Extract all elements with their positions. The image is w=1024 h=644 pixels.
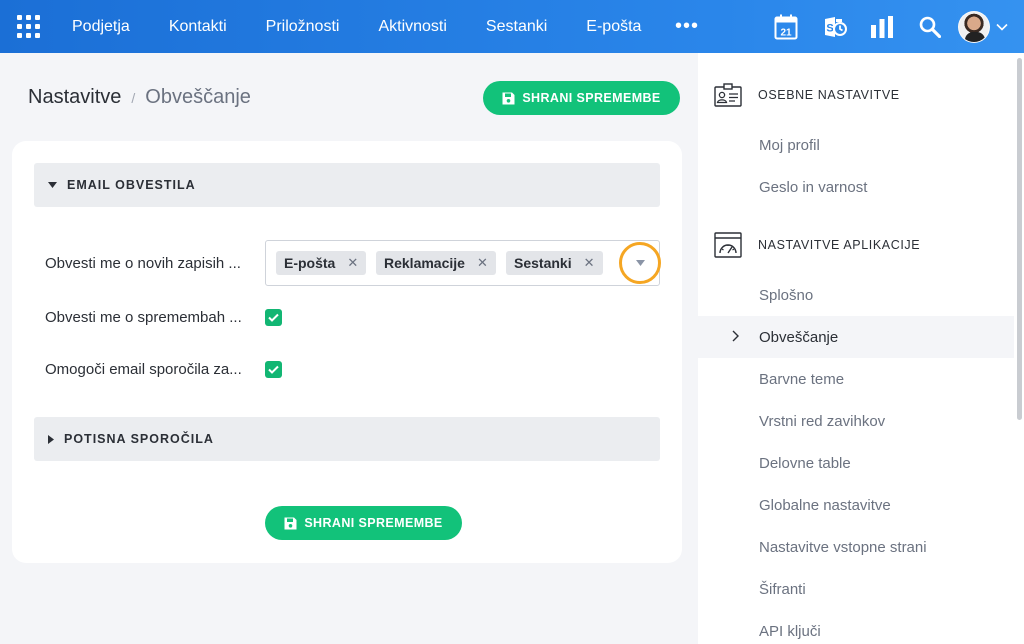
row-label-new-records: Obvesti me o novih zapisih ... [45,255,241,272]
breadcrumb-root[interactable]: Nastavitve [28,86,121,109]
caret-right-icon [48,434,54,444]
nav-item-podjetja[interactable]: Podjetja [56,0,149,53]
main-nav: Podjetja Kontakti Priložnosti Aktivnosti… [56,0,713,53]
sidebar-item-vrstni-red-zavihkov[interactable]: Vrstni red zavihkov [698,400,1014,442]
remove-tag-icon[interactable]: ✕ [347,255,358,271]
top-navigation-bar: Podjetja Kontakti Priložnosti Aktivnosti… [0,0,1024,53]
sidebar-group-personal: OSEBNE NASTAVITVE [698,77,1014,113]
tag-label: Reklamacije [384,255,465,271]
top-icons: 21 S [762,0,1024,53]
checkmark-icon [268,313,279,322]
sidebar-scrollbar[interactable] [1017,58,1022,420]
calendar-button[interactable]: 21 [762,0,810,53]
breadcrumb-separator: / [131,90,136,106]
save-button-label: SHRANI SPREMEMBE [522,91,661,105]
avatar [958,10,990,43]
floppy-disk-icon [284,517,297,529]
search-button[interactable] [906,0,954,53]
row-label-changes: Obvesti me o spremembah ... [45,309,242,326]
sidebar-item-moj-profil[interactable]: Moj profil [698,124,1014,166]
sidebar-item-label: Obveščanje [759,328,839,346]
sidebar-item-globalne-nastavitve[interactable]: Globalne nastavitve [698,484,1014,526]
sidebar-group-title: NASTAVITVE APLIKACIJE [758,238,921,252]
nav-item-aktivnosti[interactable]: Aktivnosti [359,0,466,53]
id-card-icon [698,83,758,107]
save-changes-button-bottom[interactable]: SHRANI SPREMEMBE [265,506,462,540]
nav-item-sestanki[interactable]: Sestanki [466,0,566,53]
save-changes-button-top[interactable]: SHRANI SPREMEMBE [483,81,680,115]
nav-item-priloznosti[interactable]: Priložnosti [246,0,359,53]
row-label-email-messages: Omogoči email sporočila za... [45,361,242,378]
save-button-label: SHRANI SPREMEMBE [304,516,443,530]
sidebar-item-api-kljuci[interactable]: API ključi [698,610,1014,644]
analytics-icon [871,15,893,38]
tag-chip: Sestanki ✕ [506,251,603,275]
sidebar-group-app: NASTAVITVE APLIKACIJE [698,227,1014,263]
nav-item-eposta[interactable]: E-pošta [567,0,661,53]
dashboard-window-icon [698,232,758,258]
floppy-disk-icon [502,92,515,104]
sidebar-item-obvescanje[interactable]: Obveščanje [698,316,1014,358]
sidebar-item-nastavitve-vstopne-strani[interactable]: Nastavitve vstopne strani [698,526,1014,568]
sidebar-item-delovne-table[interactable]: Delovne table [698,442,1014,484]
remove-tag-icon[interactable]: ✕ [584,255,595,271]
chevron-right-icon [732,330,739,342]
settings-sidebar: OSEBNE NASTAVITVE Moj profil Geslo in va… [698,53,1024,644]
module-tags-select[interactable]: E-pošta ✕ Reklamacije ✕ Sestanki ✕ [265,240,661,286]
search-icon [919,16,941,38]
analytics-button[interactable] [858,0,906,53]
section-email-notifications[interactable]: EMAIL OBVESTILA [34,163,660,207]
nav-item-kontakti[interactable]: Kontakti [149,0,246,53]
sidebar-item-splosno[interactable]: Splošno [698,274,1014,316]
chevron-down-icon [996,23,1008,31]
section-title: EMAIL OBVESTILA [67,178,196,192]
tag-chip: Reklamacije ✕ [376,251,496,275]
checkmark-icon [268,365,279,374]
svg-text:S: S [826,22,833,34]
calendar-icon: 21 [774,14,798,39]
skype-button[interactable]: S [810,0,858,53]
section-push-notifications[interactable]: POTISNA SPOROČILA [34,417,660,461]
sidebar-item-barvne-teme[interactable]: Barvne teme [698,358,1014,400]
breadcrumb: Nastavitve / Obveščanje [28,86,251,109]
dropdown-toggle-button[interactable] [619,242,661,284]
tag-label: Sestanki [514,255,572,271]
tag-label: E-pošta [284,255,336,271]
more-nav-button[interactable]: ••• [661,0,713,53]
tag-chip: E-pošta ✕ [276,251,367,275]
sidebar-group-title: OSEBNE NASTAVITVE [758,88,900,102]
user-menu-button[interactable] [954,0,1024,53]
apps-grid-icon [16,15,40,38]
remove-tag-icon[interactable]: ✕ [477,255,488,271]
section-title: POTISNA SPOROČILA [64,432,214,446]
skype-icon: S [825,16,847,37]
app-launcher-button[interactable] [0,0,56,53]
breadcrumb-current: Obveščanje [145,86,251,108]
sidebar-item-geslo-in-varnost[interactable]: Geslo in varnost [698,166,1014,208]
svg-text:21: 21 [780,27,792,38]
changes-checkbox[interactable] [265,309,282,326]
sidebar-item-sifranti[interactable]: Šifranti [698,568,1014,610]
caret-down-icon [48,182,57,188]
email-messages-checkbox[interactable] [265,361,282,378]
triangle-down-icon [635,260,645,266]
settings-card: EMAIL OBVESTILA Obvesti me o novih zapis… [12,141,682,563]
